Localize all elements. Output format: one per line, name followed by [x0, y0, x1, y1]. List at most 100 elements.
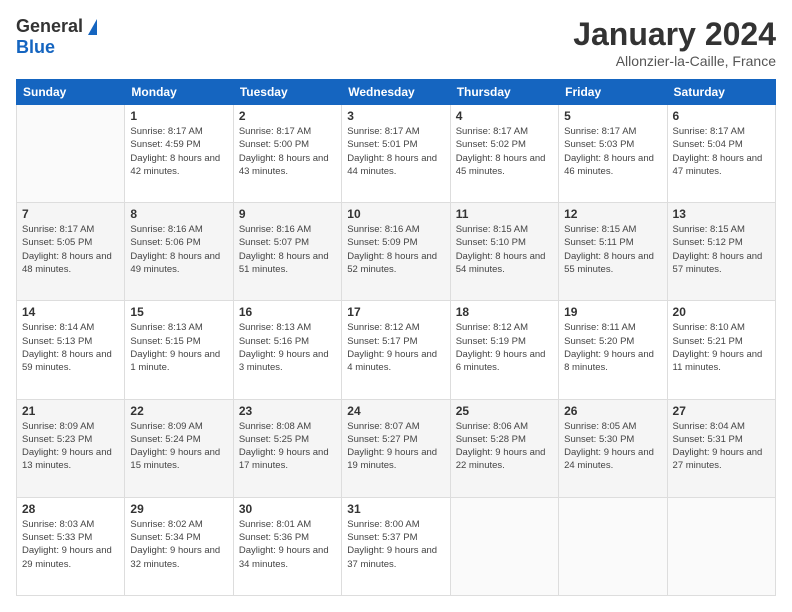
day-info: Sunrise: 8:17 AMSunset: 4:59 PMDaylight:…	[130, 125, 227, 178]
calendar-header-thursday: Thursday	[450, 80, 558, 105]
calendar-header-saturday: Saturday	[667, 80, 775, 105]
calendar-day-cell: 28 Sunrise: 8:03 AMSunset: 5:33 PMDayligh…	[17, 497, 125, 595]
day-info: Sunrise: 8:15 AMSunset: 5:10 PMDaylight:…	[456, 223, 553, 276]
day-info: Sunrise: 8:17 AMSunset: 5:05 PMDaylight:…	[22, 223, 119, 276]
calendar-day-cell: 7 Sunrise: 8:17 AMSunset: 5:05 PMDaylight…	[17, 203, 125, 301]
day-number: 29	[130, 502, 227, 516]
day-info: Sunrise: 8:16 AMSunset: 5:07 PMDaylight:…	[239, 223, 336, 276]
calendar-day-cell: 13Sunrise: 8:15 AMSunset: 5:12 PMDayligh…	[667, 203, 775, 301]
day-number: 11	[456, 207, 553, 221]
calendar-day-cell: 25Sunrise: 8:06 AMSunset: 5:28 PMDayligh…	[450, 399, 558, 497]
calendar-header-tuesday: Tuesday	[233, 80, 341, 105]
day-number: 5	[564, 109, 661, 123]
calendar-header-friday: Friday	[559, 80, 667, 105]
day-info: Sunrise: 8:02 AMSunset: 5:34 PMDaylight:…	[130, 518, 227, 571]
calendar-header-monday: Monday	[125, 80, 233, 105]
title-block: January 2024 Allonzier-la-Caille, France	[573, 16, 776, 69]
day-number: 12	[564, 207, 661, 221]
calendar-day-cell: 27 Sunrise: 8:04 AMSunset: 5:31 PMDayligh…	[667, 399, 775, 497]
logo: General Blue	[16, 16, 97, 58]
day-info: Sunrise: 8:17 AMSunset: 5:01 PMDaylight:…	[347, 125, 444, 178]
day-info: Sunrise: 8:12 AMSunset: 5:19 PMDaylight:…	[456, 321, 553, 374]
calendar-day-cell: 16 Sunrise: 8:13 AMSunset: 5:16 PMDayligh…	[233, 301, 341, 399]
day-info: Sunrise: 8:13 AMSunset: 5:15 PMDaylight:…	[130, 321, 227, 374]
day-info: Sunrise: 8:09 AMSunset: 5:23 PMDaylight:…	[22, 420, 119, 473]
day-info: Sunrise: 8:17 AMSunset: 5:02 PMDaylight:…	[456, 125, 553, 178]
calendar-day-cell: 21 Sunrise: 8:09 AMSunset: 5:23 PMDayligh…	[17, 399, 125, 497]
calendar-day-cell: 24 Sunrise: 8:07 AMSunset: 5:27 PMDayligh…	[342, 399, 450, 497]
day-number: 3	[347, 109, 444, 123]
day-info: Sunrise: 8:10 AMSunset: 5:21 PMDaylight:…	[673, 321, 770, 374]
calendar-day-cell: 3 Sunrise: 8:17 AMSunset: 5:01 PMDaylight…	[342, 105, 450, 203]
day-info: Sunrise: 8:15 AMSunset: 5:11 PMDaylight:…	[564, 223, 661, 276]
day-info: Sunrise: 8:17 AMSunset: 5:04 PMDaylight:…	[673, 125, 770, 178]
calendar-day-cell	[17, 105, 125, 203]
calendar-day-cell: 10Sunrise: 8:16 AMSunset: 5:09 PMDayligh…	[342, 203, 450, 301]
day-info: Sunrise: 8:01 AMSunset: 5:36 PMDaylight:…	[239, 518, 336, 571]
logo-triangle-icon	[88, 19, 97, 35]
calendar-header-sunday: Sunday	[17, 80, 125, 105]
day-number: 13	[673, 207, 770, 221]
calendar-day-cell: 17 Sunrise: 8:12 AMSunset: 5:17 PMDayligh…	[342, 301, 450, 399]
calendar-day-cell	[667, 497, 775, 595]
day-number: 25	[456, 404, 553, 418]
calendar-week-row: 21 Sunrise: 8:09 AMSunset: 5:23 PMDayligh…	[17, 399, 776, 497]
location: Allonzier-la-Caille, France	[573, 53, 776, 69]
calendar-day-cell: 26Sunrise: 8:05 AMSunset: 5:30 PMDayligh…	[559, 399, 667, 497]
month-title: January 2024	[573, 16, 776, 53]
day-number: 27	[673, 404, 770, 418]
calendar-day-cell: 8Sunrise: 8:16 AMSunset: 5:06 PMDaylight…	[125, 203, 233, 301]
day-info: Sunrise: 8:16 AMSunset: 5:06 PMDaylight:…	[130, 223, 227, 276]
day-number: 31	[347, 502, 444, 516]
calendar-day-cell	[559, 497, 667, 595]
day-number: 2	[239, 109, 336, 123]
day-info: Sunrise: 8:07 AMSunset: 5:27 PMDaylight:…	[347, 420, 444, 473]
day-number: 30	[239, 502, 336, 516]
calendar-day-cell	[450, 497, 558, 595]
day-number: 4	[456, 109, 553, 123]
calendar-header-row: SundayMondayTuesdayWednesdayThursdayFrid…	[17, 80, 776, 105]
page: General Blue January 2024 Allonzier-la-C…	[0, 0, 792, 612]
day-number: 22	[130, 404, 227, 418]
header: General Blue January 2024 Allonzier-la-C…	[16, 16, 776, 69]
day-info: Sunrise: 8:04 AMSunset: 5:31 PMDaylight:…	[673, 420, 770, 473]
day-number: 10	[347, 207, 444, 221]
day-info: Sunrise: 8:14 AMSunset: 5:13 PMDaylight:…	[22, 321, 119, 374]
day-info: Sunrise: 8:12 AMSunset: 5:17 PMDaylight:…	[347, 321, 444, 374]
calendar-day-cell: 6 Sunrise: 8:17 AMSunset: 5:04 PMDaylight…	[667, 105, 775, 203]
day-number: 15	[130, 305, 227, 319]
day-number: 18	[456, 305, 553, 319]
day-number: 21	[22, 404, 119, 418]
calendar-day-cell: 31 Sunrise: 8:00 AMSunset: 5:37 PMDayligh…	[342, 497, 450, 595]
day-number: 16	[239, 305, 336, 319]
day-info: Sunrise: 8:17 AMSunset: 5:00 PMDaylight:…	[239, 125, 336, 178]
calendar-day-cell: 18 Sunrise: 8:12 AMSunset: 5:19 PMDayligh…	[450, 301, 558, 399]
day-info: Sunrise: 8:08 AMSunset: 5:25 PMDaylight:…	[239, 420, 336, 473]
calendar-week-row: 14 Sunrise: 8:14 AMSunset: 5:13 PMDayligh…	[17, 301, 776, 399]
calendar-day-cell: 19 Sunrise: 8:11 AMSunset: 5:20 PMDayligh…	[559, 301, 667, 399]
calendar-day-cell: 15 Sunrise: 8:13 AMSunset: 5:15 PMDayligh…	[125, 301, 233, 399]
day-number: 23	[239, 404, 336, 418]
day-info: Sunrise: 8:03 AMSunset: 5:33 PMDaylight:…	[22, 518, 119, 571]
day-number: 24	[347, 404, 444, 418]
day-info: Sunrise: 8:13 AMSunset: 5:16 PMDaylight:…	[239, 321, 336, 374]
day-info: Sunrise: 8:00 AMSunset: 5:37 PMDaylight:…	[347, 518, 444, 571]
calendar-day-cell: 5Sunrise: 8:17 AMSunset: 5:03 PMDaylight…	[559, 105, 667, 203]
calendar-table: SundayMondayTuesdayWednesdayThursdayFrid…	[16, 79, 776, 596]
day-number: 6	[673, 109, 770, 123]
calendar-day-cell: 29 Sunrise: 8:02 AMSunset: 5:34 PMDayligh…	[125, 497, 233, 595]
day-number: 19	[564, 305, 661, 319]
calendar-day-cell: 23 Sunrise: 8:08 AMSunset: 5:25 PMDayligh…	[233, 399, 341, 497]
day-number: 20	[673, 305, 770, 319]
day-number: 9	[239, 207, 336, 221]
calendar-day-cell: 1Sunrise: 8:17 AMSunset: 4:59 PMDaylight…	[125, 105, 233, 203]
calendar-header-wednesday: Wednesday	[342, 80, 450, 105]
day-info: Sunrise: 8:09 AMSunset: 5:24 PMDaylight:…	[130, 420, 227, 473]
day-number: 28	[22, 502, 119, 516]
day-number: 7	[22, 207, 119, 221]
calendar-day-cell: 14 Sunrise: 8:14 AMSunset: 5:13 PMDayligh…	[17, 301, 125, 399]
calendar-day-cell: 30 Sunrise: 8:01 AMSunset: 5:36 PMDayligh…	[233, 497, 341, 595]
day-info: Sunrise: 8:11 AMSunset: 5:20 PMDaylight:…	[564, 321, 661, 374]
day-number: 14	[22, 305, 119, 319]
day-number: 17	[347, 305, 444, 319]
